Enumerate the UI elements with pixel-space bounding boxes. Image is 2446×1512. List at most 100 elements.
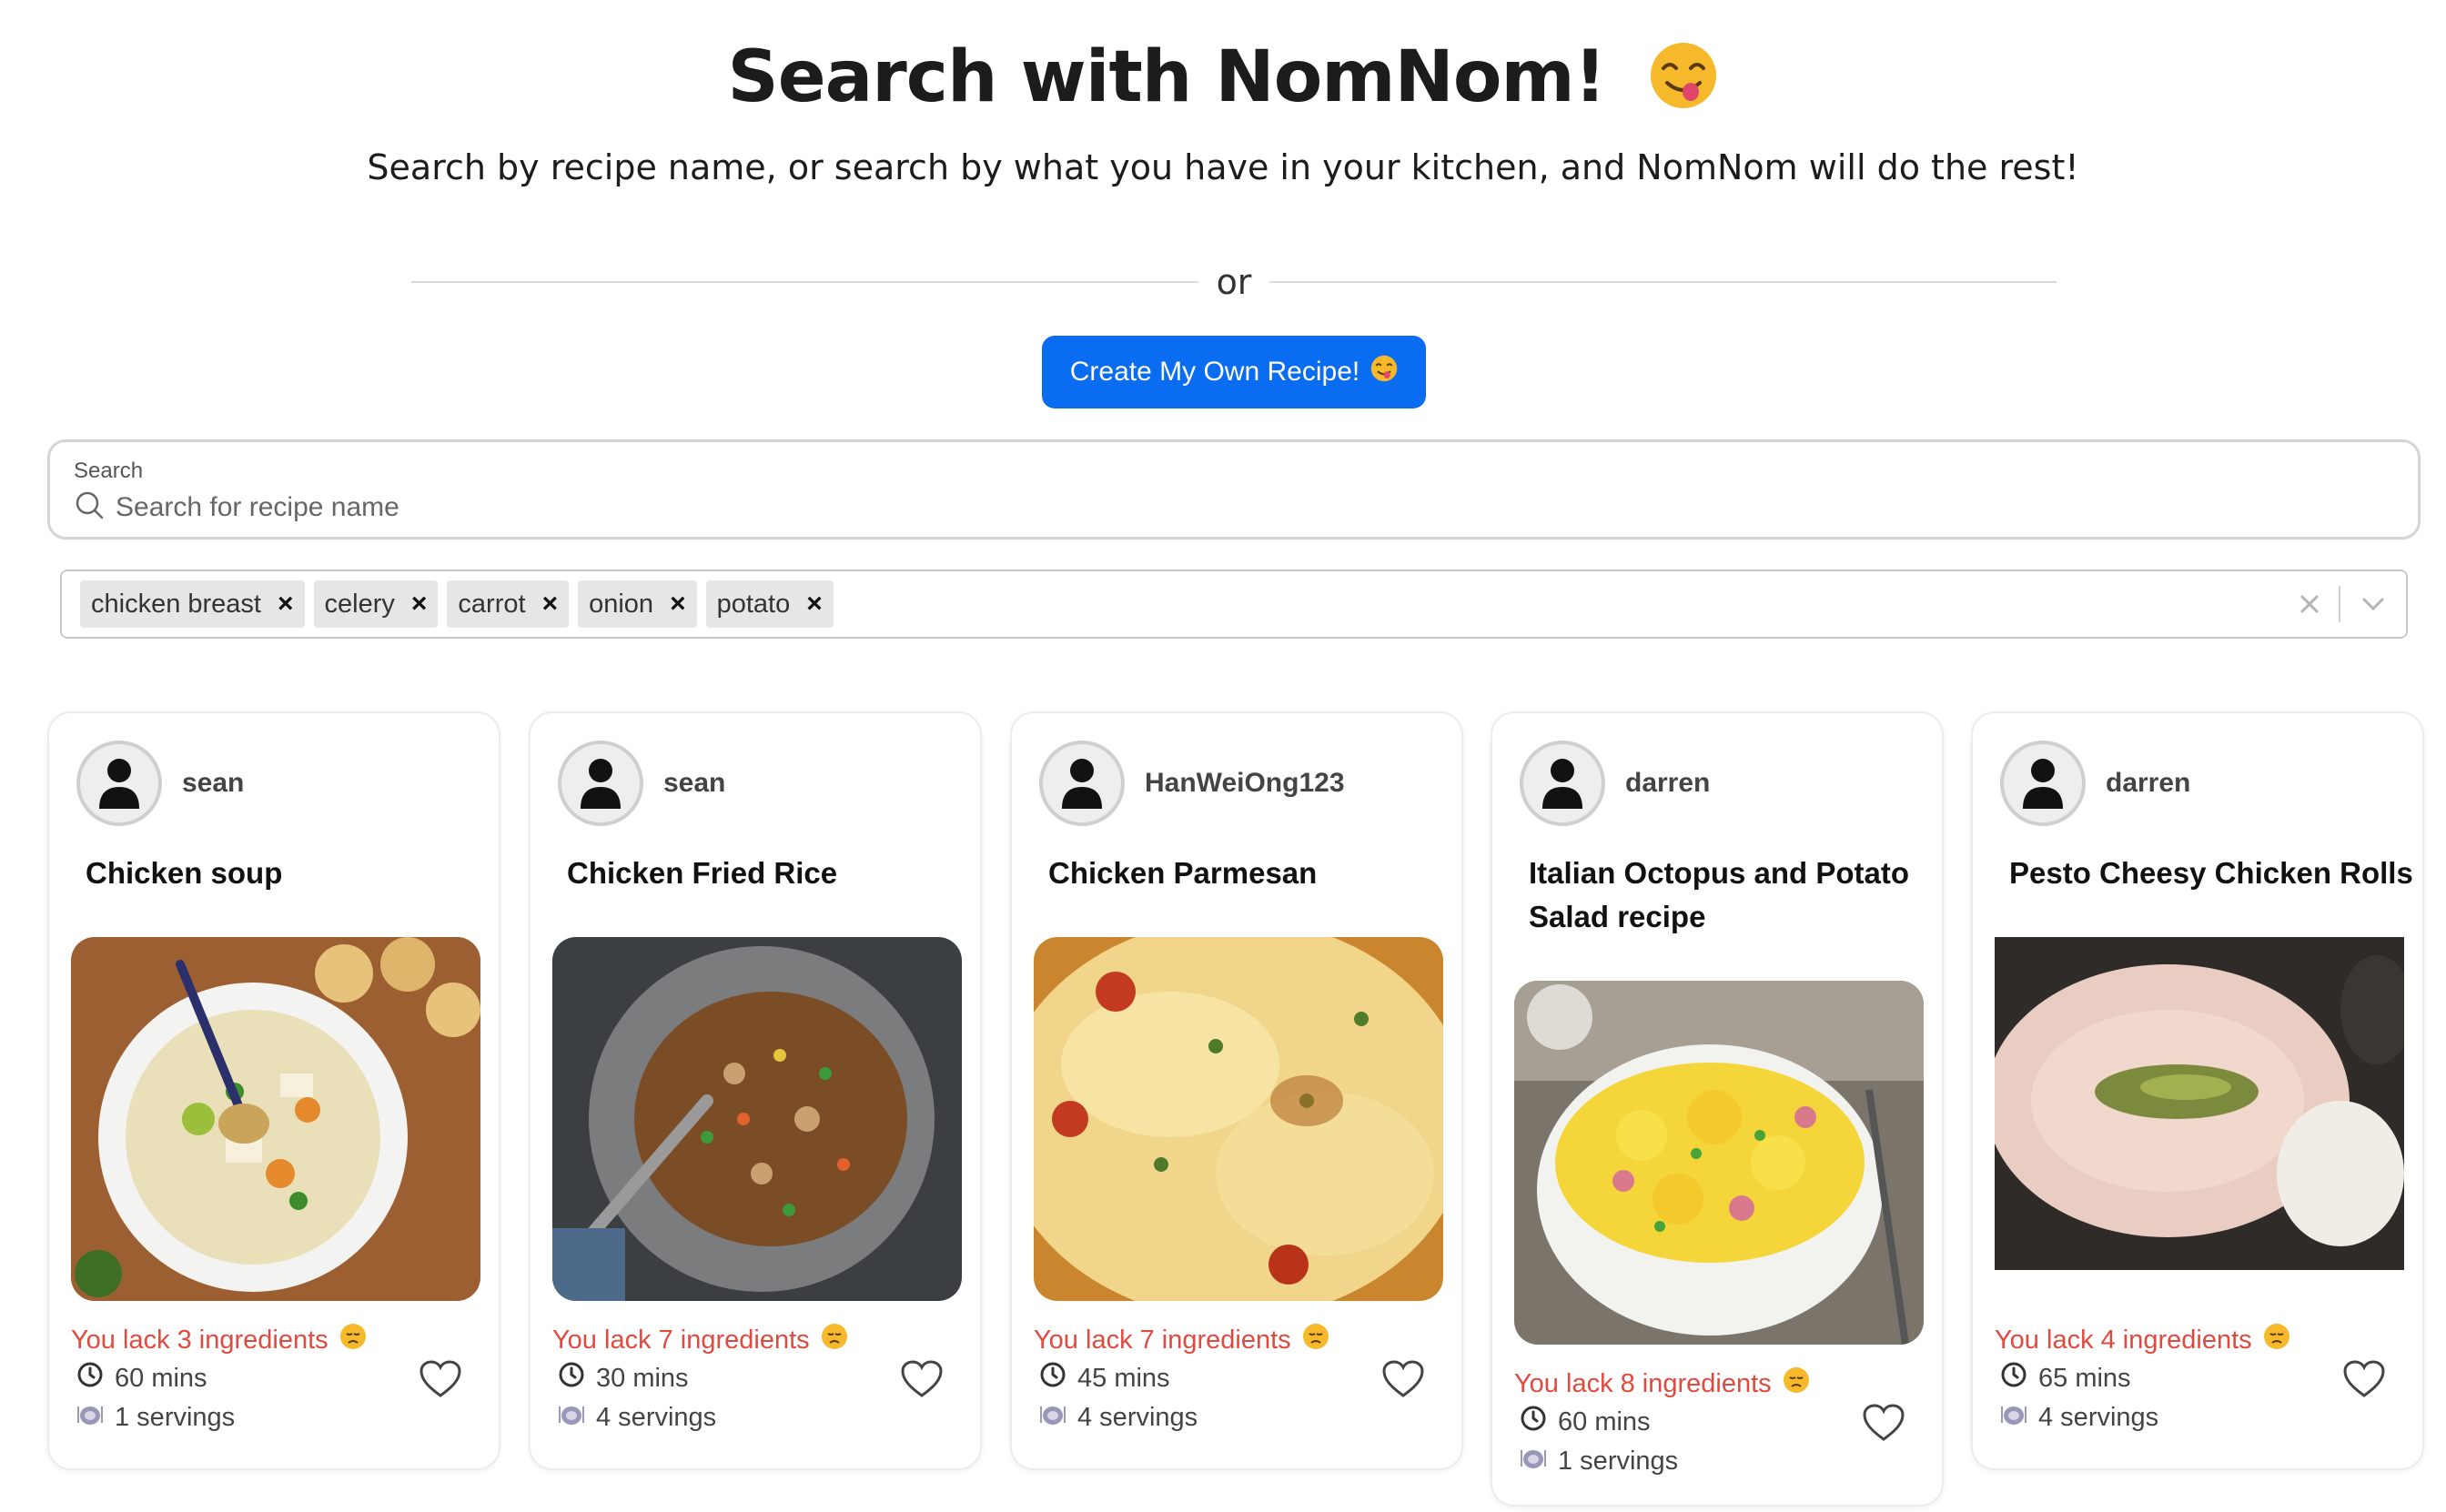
- avatar: [1520, 741, 1605, 826]
- plate-icon: [2000, 1401, 2027, 1434]
- cook-time: 45 mins: [1039, 1361, 1170, 1396]
- servings: 4 servings: [2000, 1401, 2158, 1434]
- sad-face-icon: [2263, 1323, 2290, 1357]
- clock-icon: [2000, 1361, 2027, 1396]
- ingredient-chip: potato ×: [705, 580, 834, 628]
- sad-face-icon: [821, 1323, 848, 1357]
- recipe-author: sean: [558, 741, 725, 826]
- favorite-heart-icon[interactable]: [419, 1359, 462, 1404]
- missing-ingredients-note: You lack 3 ingredients: [71, 1323, 367, 1357]
- servings: 4 servings: [558, 1401, 716, 1434]
- search-label: Search: [74, 459, 144, 483]
- recipe-author: darren: [2000, 741, 2190, 826]
- cook-time: 30 mins: [558, 1361, 689, 1396]
- servings-text: 1 servings: [115, 1402, 236, 1432]
- author-name: sean: [182, 768, 245, 798]
- search-icon: [74, 489, 105, 525]
- clock-icon: [558, 1361, 585, 1396]
- recipe-card[interactable]: darren Pesto Cheesy Chicken Rolls You la…: [1971, 711, 2424, 1470]
- recipe-card[interactable]: sean Chicken Fried Rice You lack 7 ingre…: [529, 711, 982, 1470]
- ingredient-chip-label: potato: [716, 589, 791, 619]
- plate-icon: [1039, 1401, 1066, 1434]
- divider-label: or: [1216, 262, 1252, 302]
- divider-line-right: [1269, 281, 2057, 283]
- cook-time-text: 65 mins: [2038, 1363, 2131, 1393]
- servings-text: 4 servings: [596, 1402, 717, 1432]
- clear-all-icon[interactable]: [2280, 587, 2339, 622]
- page: Search with NomNom! Search by recipe nam…: [0, 0, 2446, 1512]
- recipe-title[interactable]: Italian Octopus and Potato Salad recipe: [1529, 852, 1938, 939]
- recipe-photo[interactable]: [71, 937, 480, 1301]
- servings: 4 servings: [1039, 1401, 1198, 1434]
- remove-chip-icon[interactable]: ×: [270, 580, 305, 628]
- avatar: [2000, 741, 2086, 826]
- ingredient-chip: celery ×: [313, 580, 439, 628]
- missing-ingredients-note: You lack 7 ingredients: [1034, 1323, 1329, 1357]
- ingredient-chip-label: celery: [324, 589, 395, 619]
- create-recipe-button-label: Create My Own Recipe!: [1069, 357, 1360, 387]
- missing-ingredients-text: You lack 7 ingredients: [552, 1325, 810, 1355]
- remove-chip-icon[interactable]: ×: [404, 580, 439, 628]
- sad-face-icon: [1302, 1323, 1329, 1357]
- clock-icon: [1520, 1405, 1547, 1439]
- yum-face-icon: [1649, 41, 1718, 127]
- recipe-title[interactable]: Chicken Fried Rice: [567, 852, 976, 895]
- chevron-down-icon[interactable]: [2340, 597, 2406, 611]
- servings-text: 1 servings: [1558, 1446, 1679, 1476]
- avatar: [1039, 741, 1125, 826]
- recipe-photo[interactable]: [552, 937, 962, 1301]
- favorite-heart-icon[interactable]: [1381, 1359, 1425, 1404]
- author-name: HanWeiOng123: [1145, 768, 1345, 798]
- recipe-photo[interactable]: [1995, 937, 2404, 1270]
- plate-icon: [76, 1401, 104, 1434]
- cook-time-text: 45 mins: [1077, 1363, 1170, 1393]
- servings: 1 servings: [1520, 1445, 1678, 1477]
- cook-time: 65 mins: [2000, 1361, 2131, 1396]
- recipe-photo[interactable]: [1034, 937, 1443, 1301]
- author-name: darren: [2106, 768, 2191, 798]
- missing-ingredients-text: You lack 8 ingredients: [1514, 1368, 1772, 1398]
- recipe-card[interactable]: HanWeiOng123 Chicken Parmesan You lack 7…: [1010, 711, 1463, 1470]
- missing-ingredients-text: You lack 4 ingredients: [1995, 1325, 2252, 1355]
- ingredient-chip-label: carrot: [458, 589, 526, 619]
- servings: 1 servings: [76, 1401, 235, 1434]
- recipe-photo[interactable]: [1514, 981, 1924, 1345]
- page-title: Search with NomNom!: [0, 36, 2446, 127]
- search-input[interactable]: [116, 491, 2299, 523]
- page-subtitle: Search by recipe name, or search by what…: [367, 147, 2079, 187]
- recipe-author: HanWeiOng123: [1039, 741, 1345, 826]
- ingredient-chip-label: onion: [589, 589, 654, 619]
- divider-line-left: [411, 281, 1198, 283]
- favorite-heart-icon[interactable]: [1862, 1403, 1905, 1447]
- favorite-heart-icon[interactable]: [2342, 1359, 2386, 1404]
- recipe-title[interactable]: Chicken soup: [86, 852, 495, 895]
- create-recipe-button[interactable]: Create My Own Recipe!: [1042, 336, 1426, 408]
- author-name: sean: [663, 768, 726, 798]
- ingredient-chip: chicken breast ×: [80, 580, 305, 628]
- recipe-card[interactable]: sean Chicken soup You lack 3 ingredients: [47, 711, 500, 1470]
- ingredient-chip: carrot ×: [447, 580, 570, 628]
- servings-text: 4 servings: [2038, 1402, 2159, 1432]
- avatar: [558, 741, 643, 826]
- missing-ingredients-text: You lack 3 ingredients: [71, 1325, 328, 1355]
- clock-icon: [1039, 1361, 1066, 1396]
- remove-chip-icon[interactable]: ×: [662, 580, 697, 628]
- missing-ingredients-note: You lack 4 ingredients: [1995, 1323, 2290, 1357]
- remove-chip-icon[interactable]: ×: [535, 580, 570, 628]
- recipe-title[interactable]: Pesto Cheesy Chicken Rolls: [2009, 852, 2419, 895]
- ingredient-chip: onion ×: [578, 580, 697, 628]
- or-divider: or: [411, 262, 2057, 302]
- avatar: [76, 741, 162, 826]
- cook-time-text: 30 mins: [596, 1363, 689, 1393]
- cook-time-text: 60 mins: [115, 1363, 207, 1393]
- missing-ingredients-note: You lack 7 ingredients: [552, 1323, 848, 1357]
- recipe-card[interactable]: darren Italian Octopus and Potato Salad …: [1491, 711, 1944, 1507]
- recipe-title[interactable]: Chicken Parmesan: [1048, 852, 1458, 895]
- ingredient-multiselect[interactable]: chicken breast × celery × carrot × onion…: [60, 570, 2408, 639]
- favorite-heart-icon[interactable]: [900, 1359, 944, 1404]
- recipe-search-field[interactable]: Search: [47, 439, 2421, 539]
- recipe-author: sean: [76, 741, 244, 826]
- remove-chip-icon[interactable]: ×: [799, 580, 834, 628]
- ingredient-chip-label: chicken breast: [91, 589, 261, 619]
- servings-text: 4 servings: [1077, 1402, 1198, 1432]
